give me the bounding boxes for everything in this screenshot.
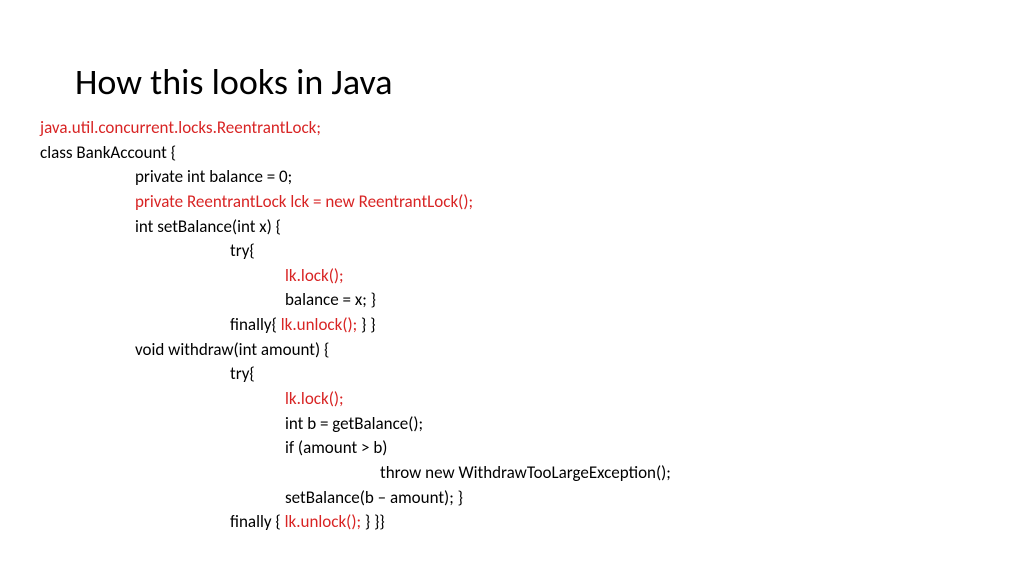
code-block: java.util.concurrent.locks.ReentrantLock… — [20, 116, 1004, 535]
code-line: finally{ lk.unlock(); } } — [20, 313, 1004, 338]
code-line: if (amount > b) — [20, 436, 1004, 461]
slide-title: How this looks in Java — [75, 60, 1004, 104]
code-line: class BankAccount { — [20, 141, 1004, 166]
code-line: lk.lock(); — [20, 387, 1004, 412]
code-line: int b = getBalance(); — [20, 412, 1004, 437]
code-line: finally { lk.unlock(); } }} — [20, 510, 1004, 535]
code-line: throw new WithdrawTooLargeException(); — [20, 461, 1004, 486]
code-line: try{ — [20, 362, 1004, 387]
code-line: lk.lock(); — [20, 264, 1004, 289]
slide: How this looks in Java java.util.concurr… — [0, 0, 1024, 555]
code-line: void withdraw(int amount) { — [20, 338, 1004, 363]
code-line: balance = x; } — [20, 288, 1004, 313]
code-line: private int balance = 0; — [20, 165, 1004, 190]
code-line: int setBalance(int x) { — [20, 215, 1004, 240]
code-line: try{ — [20, 239, 1004, 264]
code-line: java.util.concurrent.locks.ReentrantLock… — [20, 116, 1004, 141]
code-line: private ReentrantLock lck = new Reentran… — [20, 190, 1004, 215]
code-line: setBalance(b – amount); } — [20, 486, 1004, 511]
